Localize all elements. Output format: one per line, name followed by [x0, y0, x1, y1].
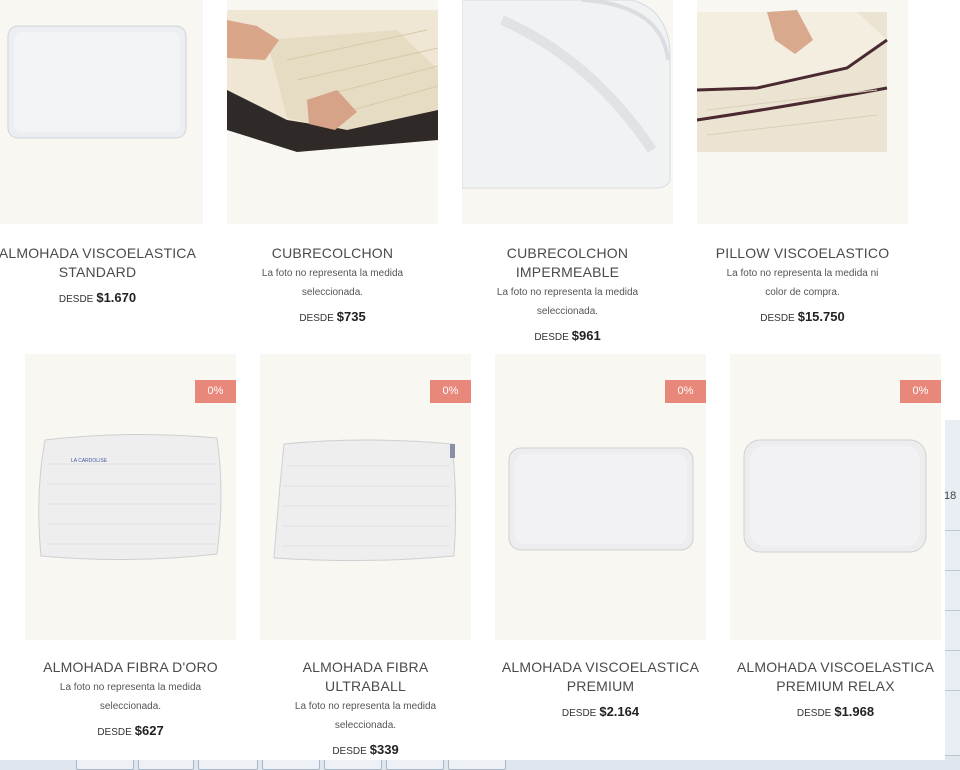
- product-title[interactable]: ALMOHADA FIBRA ULTRABALL: [260, 658, 471, 696]
- product-title[interactable]: CUBRECOLCHON: [227, 244, 438, 263]
- product-note: La foto no representa la medida seleccio…: [496, 287, 639, 317]
- product-title[interactable]: ALMOHADA VISCOELASTICA STANDARD: [0, 244, 203, 282]
- product-price: DESDE $961: [534, 328, 601, 343]
- product-note: La foto no representa la medida seleccio…: [261, 268, 404, 298]
- pillow-brand-label: LA CARDOLISE: [71, 458, 108, 464]
- discount-badge: 0%: [195, 380, 236, 403]
- product-image[interactable]: [0, 0, 203, 224]
- discount-badge: 0%: [900, 380, 941, 403]
- product-price: DESDE $339: [332, 742, 399, 757]
- pillow-top-image: [697, 10, 888, 152]
- product-price: DESDE $1.670: [58, 290, 137, 305]
- product-image[interactable]: 0%: [260, 354, 471, 640]
- discount-badge: 0%: [665, 380, 706, 403]
- product-note: La foto no representa la medida ni color…: [726, 268, 879, 298]
- product-title[interactable]: ALMOHADA VISCOELASTICA PREMIUM RELAX: [730, 658, 941, 696]
- product-image[interactable]: [462, 0, 673, 224]
- memory-foam-pillow-image: [7, 25, 187, 139]
- product-note: La foto no representa la medida seleccio…: [59, 682, 202, 712]
- product-image[interactable]: 0%: [495, 354, 706, 640]
- waterproof-cover-image: [462, 0, 671, 189]
- product-image[interactable]: 0%: [730, 354, 941, 640]
- product-price: DESDE $2.164: [561, 704, 640, 719]
- mattress-cover-image: [227, 10, 438, 152]
- product-price: DESDE $15.750: [760, 309, 845, 324]
- product-title[interactable]: CUBRECOLCHON IMPERMEABLE: [462, 244, 673, 282]
- discount-badge: 0%: [430, 380, 471, 403]
- product-image[interactable]: [697, 0, 908, 224]
- product-grid-page: ALMOHADA VISCOELASTICA STANDARD DESDE $1.…: [0, 0, 945, 760]
- product-title[interactable]: ALMOHADA VISCOELASTICA PREMIUM: [495, 658, 706, 696]
- product-title[interactable]: PILLOW VISCOELASTICO: [697, 244, 908, 263]
- product-image[interactable]: [227, 0, 438, 224]
- background-window-number: 18: [944, 490, 957, 502]
- product-price: DESDE $735: [299, 309, 366, 324]
- product-image[interactable]: LA CARDOLISE 0%: [25, 354, 236, 640]
- product-price: DESDE $1.968: [796, 704, 875, 719]
- product-title[interactable]: ALMOHADA FIBRA D'ORO: [25, 658, 236, 677]
- product-note: La foto no representa la medida seleccio…: [294, 701, 437, 731]
- product-price: DESDE $627: [97, 723, 164, 738]
